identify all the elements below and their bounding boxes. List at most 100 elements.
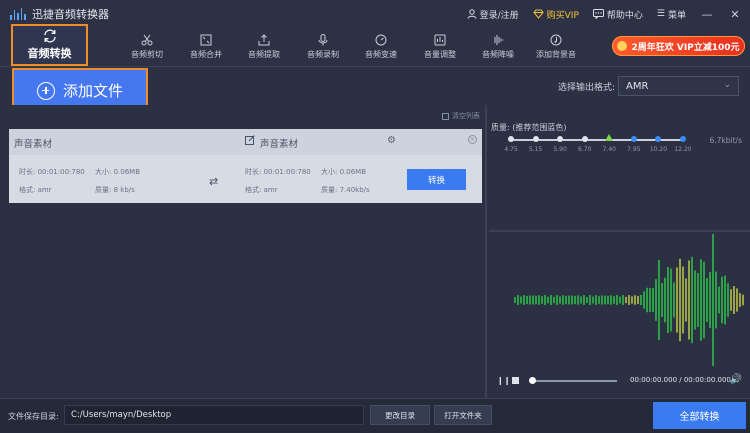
waveform-display bbox=[514, 234, 744, 366]
denoise-icon bbox=[494, 35, 504, 45]
waveform-panel bbox=[489, 232, 750, 369]
tool-label: 音频提取 bbox=[248, 50, 280, 59]
tool-volume-adjust[interactable]: 音量调整 bbox=[422, 28, 458, 66]
save-dir-label: 文件保存目录: bbox=[8, 412, 59, 421]
app-title: 迅捷音频转换器 bbox=[32, 8, 109, 21]
feature-toolbar: 音频剪切 音频合并 音频提取 音频录制 音频变速 音量调整 音频降噪 添加背景音… bbox=[0, 28, 750, 66]
login-button[interactable]: 登录/注册 bbox=[467, 8, 519, 21]
convert-all-button[interactable]: 全部转换 bbox=[653, 402, 746, 429]
extract-icon bbox=[258, 34, 270, 46]
quality-tick-label: 5.15 bbox=[528, 146, 543, 153]
target-duration: 时长: 00:01:00:780 bbox=[245, 168, 311, 176]
merge-icon bbox=[200, 34, 212, 46]
convert-button[interactable]: 转换 bbox=[407, 169, 466, 190]
quality-option-dot[interactable] bbox=[655, 136, 662, 142]
source-file-title: 声音素材 bbox=[14, 139, 53, 150]
player-controls: ❙❙ 00:00:00.000 / 00:00:00.000 🔊 bbox=[489, 369, 750, 393]
quality-option-dot[interactable] bbox=[581, 136, 588, 142]
quality-option-dot[interactable] bbox=[508, 136, 514, 142]
close-button[interactable]: ✕ bbox=[728, 8, 742, 21]
tool-label: 音频合并 bbox=[190, 50, 222, 59]
source-format: 格式: amr bbox=[19, 186, 52, 194]
swap-arrows-icon: ⇄ bbox=[209, 175, 219, 188]
tool-label: 音频变速 bbox=[365, 50, 397, 59]
user-icon bbox=[467, 9, 477, 19]
quality-option-dot[interactable] bbox=[605, 134, 614, 141]
title-bar-actions: 登录/注册 购买VIP 帮助中心 ☰ 菜单 — ✕ bbox=[467, 0, 742, 28]
gear-icon[interactable]: ⚙ bbox=[387, 135, 396, 146]
add-file-label: 添加文件 bbox=[62, 82, 123, 100]
volume-adjust-icon bbox=[434, 34, 446, 46]
progress-knob[interactable] bbox=[529, 377, 536, 384]
target-quality: 质量: 7.40kb/s bbox=[321, 186, 370, 194]
chat-icon bbox=[592, 9, 604, 19]
edit-icon[interactable] bbox=[245, 135, 255, 145]
tool-add-background-music[interactable]: 添加背景音 bbox=[533, 28, 579, 66]
quality-tick-label: 7.40 bbox=[602, 146, 616, 153]
menu-label: 菜单 bbox=[667, 10, 686, 21]
tool-audio-denoise[interactable]: 音频降噪 bbox=[480, 28, 516, 66]
source-size: 大小: 0.06MB bbox=[95, 168, 141, 176]
quality-tick-label: 4.75 bbox=[504, 146, 518, 153]
output-format-select[interactable]: AMR ⌄ bbox=[618, 76, 739, 96]
clear-list-button[interactable]: 清空列表 bbox=[442, 111, 480, 121]
microphone-icon bbox=[318, 34, 328, 46]
menu-button[interactable]: ☰ 菜单 bbox=[657, 8, 686, 21]
quality-panel: 质量: (推荐范围蓝色) 6.7kbit/s 4.75 5.15 5.90 6.70 7… bbox=[489, 105, 750, 230]
music-note-icon bbox=[550, 34, 562, 46]
menu-icon: ☰ bbox=[656, 9, 665, 19]
progress-track[interactable] bbox=[531, 380, 617, 382]
buy-vip-button[interactable]: 购买VIP bbox=[532, 8, 579, 21]
vip-label: 购买VIP bbox=[546, 10, 579, 21]
pause-icon[interactable]: ❙❙ bbox=[497, 376, 510, 385]
target-file-title: 声音素材 bbox=[260, 139, 299, 150]
scissors-icon bbox=[141, 34, 153, 46]
tool-main-label: 音频转换 bbox=[27, 47, 72, 60]
app-window: 迅捷音频转换器 登录/注册 购买VIP 帮助中心 ☰ 菜单 — ✕ 音频剪切 音… bbox=[0, 0, 750, 433]
quality-tick-label: 5.90 bbox=[553, 146, 567, 153]
remove-file-icon[interactable]: ✕ bbox=[468, 135, 477, 144]
quality-option-dot[interactable] bbox=[532, 136, 539, 142]
tool-label: 音频录制 bbox=[307, 50, 339, 59]
quality-label: 质量: (推荐范围蓝色) bbox=[491, 123, 567, 132]
chevron-down-icon: ⌄ bbox=[723, 80, 731, 90]
help-center-button[interactable]: 帮助中心 bbox=[592, 8, 643, 21]
stop-icon[interactable] bbox=[512, 377, 519, 384]
app-logo-icon bbox=[10, 8, 26, 20]
promo-text: 2周年狂欢 VIP立减100元 bbox=[631, 42, 740, 53]
quality-option-dot[interactable] bbox=[630, 136, 637, 142]
output-format-value: AMR bbox=[626, 80, 649, 92]
login-label: 登录/注册 bbox=[479, 10, 519, 21]
output-format-label: 选择输出格式: bbox=[558, 83, 616, 93]
tool-audio-extract[interactable]: 音频提取 bbox=[246, 28, 282, 66]
target-format: 格式: amr bbox=[245, 186, 278, 194]
open-folder-button[interactable]: 打开文件夹 bbox=[434, 405, 492, 425]
promo-banner[interactable]: 2周年狂欢 VIP立减100元 bbox=[612, 36, 745, 56]
trash-icon bbox=[442, 112, 449, 120]
clear-list-label: 清空列表 bbox=[452, 112, 480, 120]
tool-audio-merge[interactable]: 音频合并 bbox=[188, 28, 224, 66]
title-bar: 迅捷音频转换器 登录/注册 购买VIP 帮助中心 ☰ 菜单 — ✕ bbox=[0, 0, 750, 28]
target-size: 大小: 0.06MB bbox=[321, 168, 367, 176]
plus-circle-icon bbox=[36, 81, 55, 100]
tool-audio-record[interactable]: 音频录制 bbox=[305, 28, 341, 66]
minimize-button[interactable]: — bbox=[700, 8, 714, 21]
quality-tick-label: 7.95 bbox=[627, 146, 641, 153]
tool-label: 音频降噪 bbox=[482, 50, 514, 59]
tool-audio-speed[interactable]: 音频变速 bbox=[363, 28, 399, 66]
change-dir-button[interactable]: 更改目录 bbox=[370, 405, 430, 425]
quality-option-dot[interactable] bbox=[680, 136, 686, 142]
quality-tick-label: 10.20 bbox=[649, 146, 668, 153]
quality-option-dot[interactable] bbox=[557, 136, 564, 142]
volume-icon[interactable]: 🔊 bbox=[730, 374, 742, 385]
quality-current-value: 6.7kbit/s bbox=[709, 136, 743, 145]
tool-audio-cut[interactable]: 音频剪切 bbox=[131, 28, 163, 66]
save-dir-value: C:/Users/mayn/Desktop bbox=[71, 410, 172, 420]
playback-time: 00:00:00.000 / 00:00:00.000 bbox=[630, 376, 731, 384]
save-dir-input[interactable]: C:/Users/mayn/Desktop bbox=[64, 405, 364, 425]
diamond-icon bbox=[532, 9, 544, 19]
tool-audio-convert[interactable]: 音频转换 bbox=[11, 24, 88, 66]
tool-label: 添加背景音 bbox=[536, 50, 576, 59]
source-duration: 时长: 00:01:00:780 bbox=[19, 168, 85, 176]
file-item-card: 声音素材 声音素材 ⚙ ✕ 时长: 00:01:00:780 大小: 0.06M… bbox=[9, 129, 482, 203]
